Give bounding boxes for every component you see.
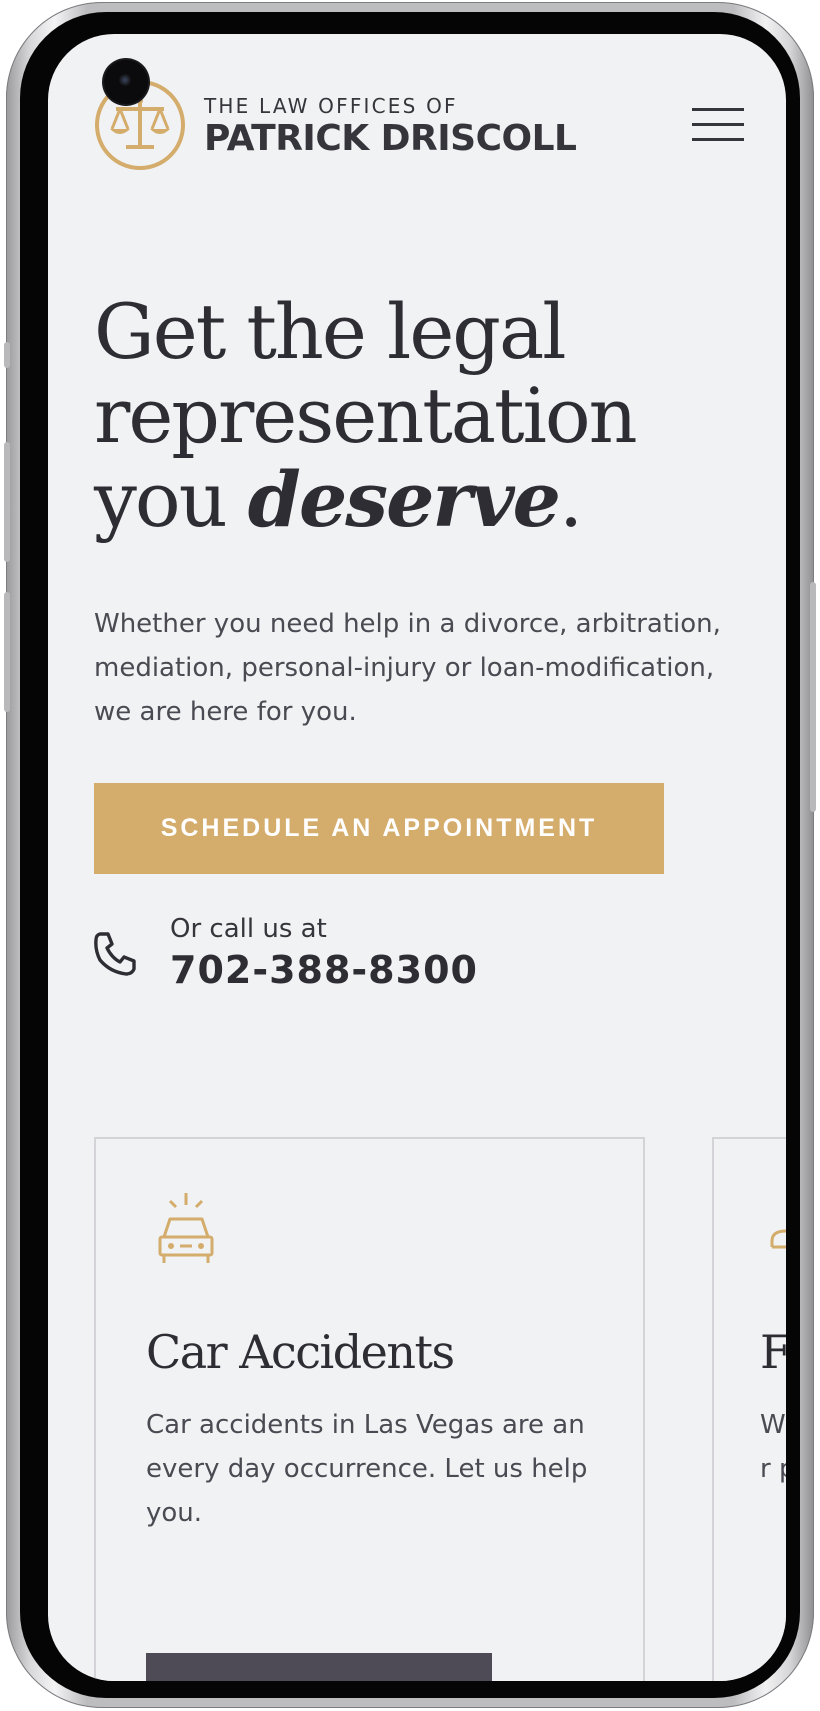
hero-title: Get the legal representation you deserve… <box>94 290 734 542</box>
screen: THE LAW OFFICES OF PATRICK DRISCOLL Get … <box>48 34 786 1681</box>
hero-title-period: . <box>559 455 583 544</box>
phone-number-link[interactable]: 702-388-8300 <box>170 948 478 992</box>
card-text: W un co fir pr <box>760 1410 786 1484</box>
brand-name[interactable]: PATRICK DRISCOLL <box>204 118 577 159</box>
hero-title-line1: Get the legal <box>94 287 567 376</box>
hero-title-line2: representation <box>94 371 638 460</box>
person-icon <box>770 1229 786 1249</box>
side-button <box>4 342 10 368</box>
hero-title-you: you <box>94 455 248 544</box>
camera-icon <box>104 60 148 104</box>
practice-card-car-accidents[interactable]: Car Accidents Car accidents in Las Vegas… <box>94 1137 645 1681</box>
brand-prefix: THE LAW OFFICES OF <box>204 94 458 118</box>
card-title: Car Accidents <box>146 1325 455 1379</box>
card-title: F <box>760 1325 786 1379</box>
hero-title-line3: you deserve. <box>94 458 734 542</box>
hero-title-emphasis: deserve <box>247 455 561 544</box>
card-learn-more-button[interactable] <box>146 1653 492 1681</box>
volume-up-button <box>4 442 10 562</box>
car-icon <box>158 1193 214 1263</box>
card-text: Car accidents in Las Vegas are an every … <box>146 1410 588 1528</box>
schedule-appointment-button[interactable]: SCHEDULE AN APPOINTMENT <box>94 783 664 874</box>
hamburger-menu-icon[interactable] <box>692 108 746 144</box>
hero-subtitle: Whether you need help in a divorce, arbi… <box>94 609 721 727</box>
phone-icon <box>94 932 136 976</box>
power-button <box>810 582 816 812</box>
phone-frame: THE LAW OFFICES OF PATRICK DRISCOLL Get … <box>4 2 816 1708</box>
call-label: Or call us at <box>170 914 327 944</box>
volume-down-button <box>4 592 10 712</box>
practice-card-2[interactable]: F W un co fir pr <box>712 1137 786 1681</box>
